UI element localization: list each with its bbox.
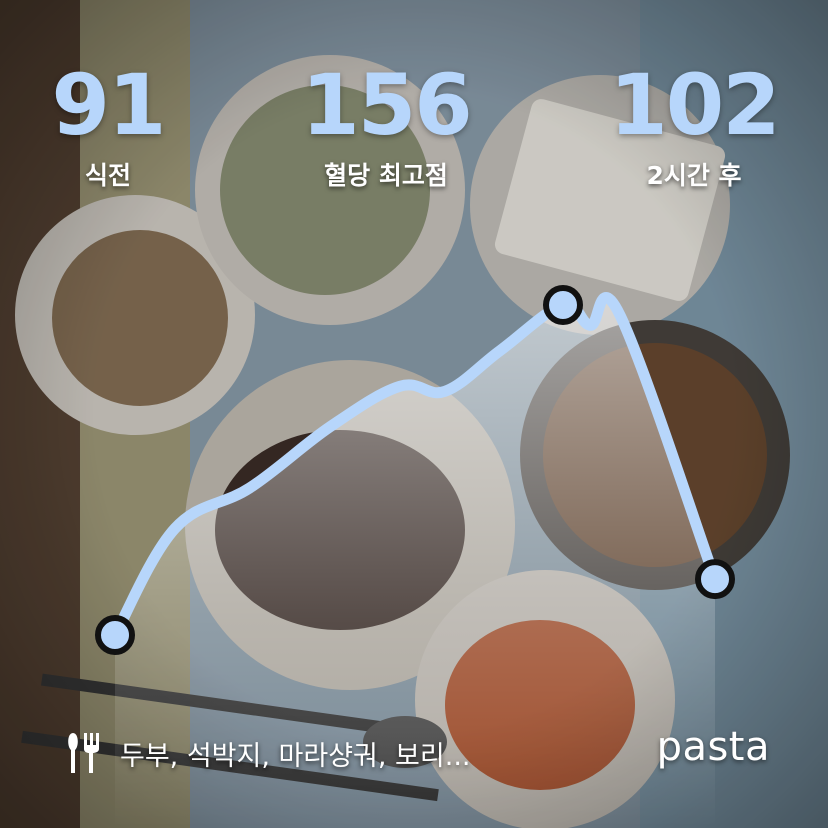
utensils-icon: [68, 733, 99, 773]
meal-food-list: 두부, 석박지, 마라샹궈, 보리...: [120, 740, 471, 772]
marker-peak: [543, 285, 583, 325]
brand-logo: pasta: [656, 724, 770, 770]
marker-after-2h: [695, 559, 735, 600]
glucose-chart: [95, 285, 735, 828]
glucose-card: 91 식전 156 혈당 최고점 102 2시간 후 두부, 석박지, 마라샹궈…: [0, 0, 828, 828]
meal-summary: 두부, 석박지, 마라샹궈, 보리...: [66, 728, 470, 778]
marker-before-meal: [95, 615, 135, 655]
